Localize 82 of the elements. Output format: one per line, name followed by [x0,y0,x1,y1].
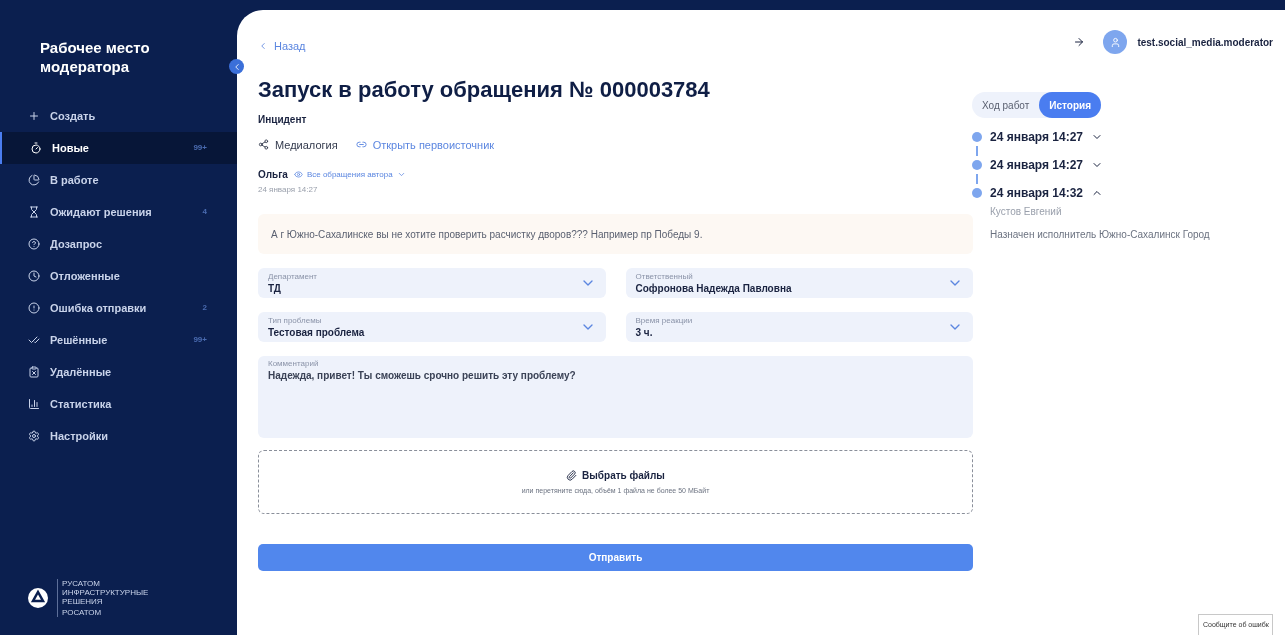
logo-text: РЕШЕНИЯ [62,597,104,606]
choose-files-link[interactable]: Выбрать файлы [582,467,665,483]
select-field[interactable]: Тип проблемы Тестовая проблема [258,312,606,342]
logout-icon [1073,36,1086,48]
bar-chart-icon [28,398,40,410]
field-value: 3 ч. [635,325,654,339]
sidebar-item[interactable]: Статистика [0,388,237,420]
field-label: Время реакции [635,315,694,326]
logo-text: РУСАТОМ [62,579,101,588]
question-icon [28,238,40,250]
field-value: Надежда, привет! Ты сможешь срочно решить эту проблему? [268,369,577,382]
logo-text: ИНФРАСТРУКТУРНЫЕ [62,588,149,597]
source-label: Медиалогия [275,137,338,153]
sidebar-item[interactable]: Настройки [0,420,237,452]
sidebar-label: Решённые [50,332,109,348]
username: test.social_media.moderator [1137,35,1273,50]
field-value: Софронова Надежда Павловна [635,281,793,295]
author-name: Ольга [258,168,288,182]
comment-field[interactable]: Комментарий Надежда, привет! Ты сможешь срочно решить эту проблему? [258,356,973,438]
alert-icon [28,302,40,314]
sidebar-item[interactable]: Решённые 99+ [0,324,237,356]
sidebar-label: Статистика [50,396,113,412]
page-title: Запуск в работу обращения № 000003784 [258,75,711,104]
back-link[interactable]: Назад [258,38,972,55]
sidebar-label: Ожидают решения [50,204,153,220]
sidebar-item[interactable]: Создать [0,100,237,132]
sidebar-label: Новые [52,140,90,156]
field-label: Тип проблемы [268,315,323,326]
source-link[interactable]: Открыть первоисточник [355,136,495,153]
clipboard-icon [28,366,40,378]
history-text: Назначен исполнитель Южно-Сахалинск Город [990,228,1211,242]
timer-icon [30,142,42,154]
select-field[interactable]: Департамент ТД [258,268,606,298]
sidebar-label: Ошибка отправки [50,300,148,316]
item-count: 4 [202,206,207,218]
chevron-down-icon [396,170,406,179]
select-field[interactable]: Время реакции 3 ч. [625,312,973,342]
sidebar-item[interactable]: Отложенные [0,260,237,292]
tab[interactable]: История [1039,92,1101,118]
sidebar-label: Настройки [50,428,110,444]
field-label: Ответственный [635,271,694,282]
double-check-icon [28,334,40,346]
hourglass-icon [28,206,40,218]
history-date[interactable]: 24 января 14:32 [990,184,1084,202]
author-requests-link[interactable]: Все обращения автора [293,168,406,181]
history-author: Кустов Евгений [990,205,1063,219]
paperclip-icon [566,469,578,481]
sidebar-label: Отложенные [50,268,121,284]
field-label: Комментарий [268,359,320,369]
chevron-left-icon [258,41,268,52]
type-label: Инцидент [258,112,308,127]
field-value: Тестовая проблема [268,325,366,339]
sidebar-item[interactable]: Удалённые [0,356,237,388]
eye-icon [293,170,303,179]
item-count: 99+ [193,334,207,346]
author-date: 24 января 14:27 [258,184,319,196]
pie-icon [28,174,40,186]
sidebar-label: Удалённые [50,364,113,380]
logo-subtext: РОСАТОМ [62,608,103,617]
message-text: А г Южно-Сахалинске вы не хотите проверить расчистку дворов??? Например пр Победы 9. [258,214,973,254]
settings-icon [28,430,40,442]
sidebar-label: В работе [50,172,100,188]
history-date[interactable]: 24 января 14:27 [990,156,1084,174]
sidebar-item[interactable]: Новые 99+ [0,132,237,164]
stopwatch-icon [28,270,40,282]
sidebar-label: Создать [50,108,97,124]
select-field[interactable]: Ответственный Софронова Надежда Павловна [625,268,973,298]
sidebar-item[interactable]: Дозапрос [0,228,237,260]
item-count: 2 [202,302,207,314]
tab[interactable]: Ход работ [972,92,1040,118]
share-icon [258,139,269,151]
history-date[interactable]: 24 января 14:27 [990,128,1084,146]
sidebar-item[interactable]: Ожидают решения 4 [0,196,237,228]
field-value: ТД [268,281,282,295]
plus-icon [28,110,40,122]
sidebar-title: Рабочее место модератора [39,38,151,76]
item-count: 99+ [193,142,207,154]
sidebar-label: Дозапрос [50,236,104,252]
sidebar-item[interactable]: В работе [0,164,237,196]
logo-icon [27,587,49,609]
sidebar-item[interactable]: Ошибка отправки 2 [0,292,237,324]
field-label: Департамент [268,271,318,282]
